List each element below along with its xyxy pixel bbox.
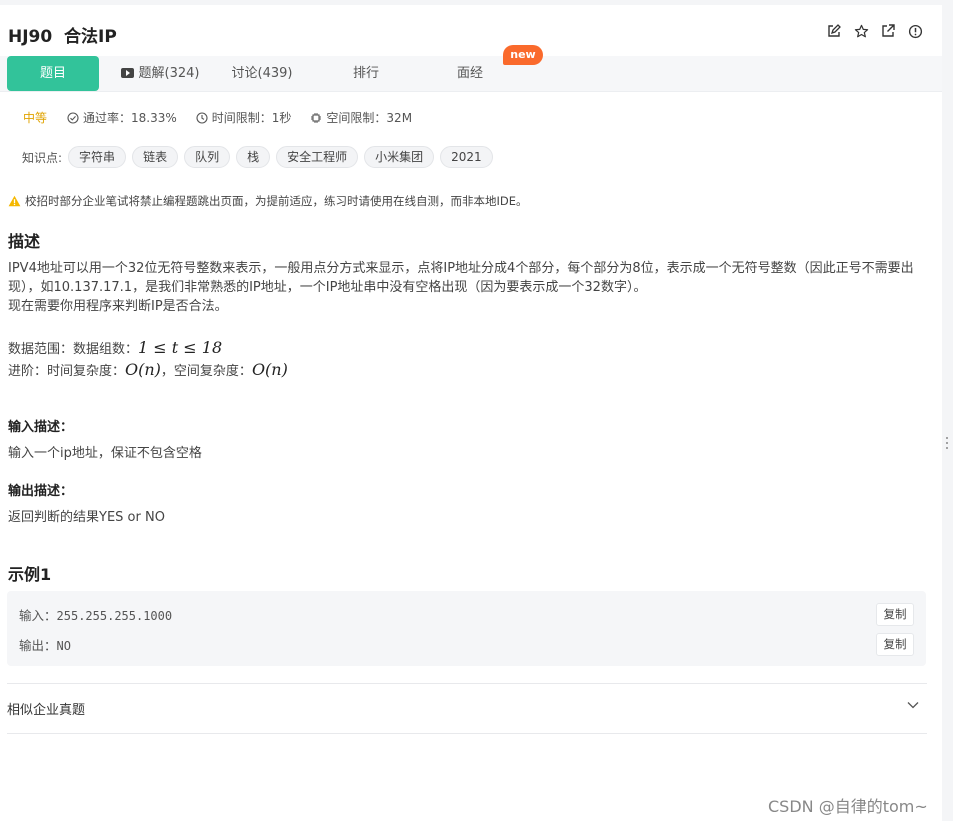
description-text: IPV4地址可以用一个32位无符号整数来表示，一般用点分方式来显示，点将IP地址… [8, 261, 914, 295]
chip-icon [311, 112, 322, 123]
example-input-value: 255.255.255.1000 [56, 609, 173, 623]
chevron-down-icon [907, 702, 919, 709]
tag-linked-list[interactable]: 链表 [132, 146, 179, 168]
title-actions [827, 24, 924, 40]
input-desc-heading: 输入描述： [8, 420, 74, 435]
new-badge: new [503, 45, 543, 65]
data-range: 数据范围：数据组数：1 ≤ t ≤ 18 [8, 338, 223, 357]
video-icon [120, 68, 134, 78]
tag-stack[interactable]: 栈 [236, 146, 271, 168]
tag-security-engineer[interactable]: 安全工程师 [276, 146, 359, 168]
example-box: 输入：255.255.255.1000 复制 输出：NO 复制 [7, 591, 926, 666]
similar-questions-label: 相似企业真题 [7, 703, 86, 718]
output-desc-text: 返回判断的结果YES or NO [8, 510, 165, 525]
ide-notice: 校招时部分企业笔试将禁止编程题跳出页面，为提前适应，练习时请使用在线自测，而非本… [8, 193, 528, 209]
report-icon[interactable] [908, 24, 924, 40]
input-desc-text: 输入一个ip地址，保证不包含空格 [8, 446, 202, 461]
similar-questions-toggle[interactable]: 相似企业真题 [7, 683, 927, 734]
time-complexity: O(n) [125, 360, 161, 379]
share-icon[interactable] [881, 24, 897, 40]
description-heading: 描述 [8, 232, 41, 251]
tag-string[interactable]: 字符串 [68, 146, 127, 168]
tab-solutions[interactable]: 题解(324) [110, 56, 210, 91]
difficulty-badge: 中等 [23, 111, 48, 125]
problem-meta: 中等 通过率：18.33% 时间限制：1秒 空间限制：32M [23, 109, 431, 126]
title-bar: HJ90 合法IP [0, 5, 942, 57]
copy-input-button[interactable]: 复制 [876, 603, 914, 626]
check-circle-icon [67, 111, 79, 124]
copy-output-button[interactable]: 复制 [876, 633, 914, 656]
problem-panel: HJ90 合法IP 题目 题解(324) 讨论(439) 排行 面经 new 中… [0, 5, 942, 821]
tab-ranking[interactable]: 排行 [316, 56, 416, 91]
output-desc-heading: 输出描述： [8, 484, 74, 499]
description-question: 现在需要你用程序来判断IP是否合法。 [8, 299, 228, 314]
problem-tabs: 题目 题解(324) 讨论(439) 排行 面经 [0, 56, 942, 92]
star-icon[interactable] [854, 24, 870, 40]
time-limit: 时间限制：1秒 [196, 109, 291, 126]
example-output: 输出：NO [19, 638, 71, 653]
tag-xiaomi[interactable]: 小米集团 [364, 146, 435, 168]
tab-problem[interactable]: 题目 [7, 56, 99, 91]
tag-2021[interactable]: 2021 [440, 146, 493, 168]
clock-icon [196, 111, 208, 124]
example-output-value: NO [56, 639, 71, 653]
pass-rate: 通过率：18.33% [67, 109, 177, 126]
tab-solutions-label: 题解(324) [138, 66, 200, 81]
problem-title: HJ90 合法IP [8, 27, 117, 47]
space-complexity: O(n) [251, 360, 288, 379]
watermark: CSDN @自律的tom~ [768, 797, 928, 816]
edit-icon[interactable] [827, 24, 843, 40]
knowledge-tags: 知识点: 字符串 链表 队列 栈 安全工程师 小米集团 2021 [22, 146, 499, 168]
range-formula: 1 ≤ t ≤ 18 [138, 338, 223, 357]
tab-discussion[interactable]: 讨论(439) [212, 56, 312, 91]
complexity: 进阶：时间复杂度：O(n)，空间复杂度：O(n) [8, 360, 288, 379]
example-input: 输入：255.255.255.1000 [19, 608, 173, 623]
example-heading: 示例1 [8, 565, 52, 584]
knowledge-label: 知识点: [22, 150, 63, 165]
memory-limit: 空间限制：32M [310, 109, 412, 126]
drag-handle[interactable] [946, 434, 948, 452]
tag-queue[interactable]: 队列 [184, 146, 231, 168]
warning-icon [8, 195, 21, 207]
